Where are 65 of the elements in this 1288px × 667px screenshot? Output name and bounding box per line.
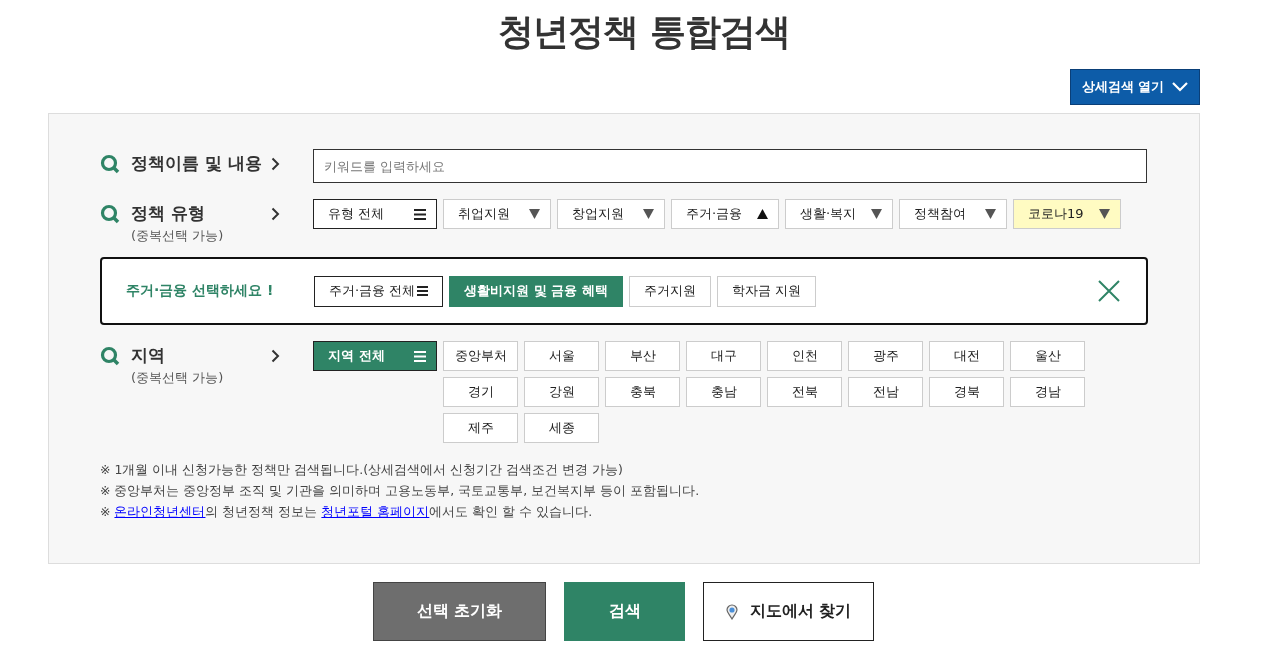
field-hint: (중복선택 가능)	[131, 227, 225, 245]
triangle-down-icon	[1099, 209, 1110, 219]
subcategory-option[interactable]: 학자금 지원	[716, 275, 816, 307]
chevron-icon	[1172, 82, 1189, 92]
menu-icon	[414, 208, 426, 220]
region-option[interactable]: 인천	[767, 341, 842, 371]
notice-text: ※ 온라인청년센터 의 청년정책 정보는 청년포털 홈페이지에서도 확인 할 수 있습니다.	[100, 503, 594, 521]
region-option[interactable]: 전북	[767, 377, 842, 407]
subcategory-prompt: 주거·금융 선택하세요 !	[126, 282, 275, 300]
search-icon	[100, 346, 120, 366]
menu-icon	[417, 286, 429, 296]
region-option[interactable]: 세종	[524, 413, 599, 443]
chevron-right-icon	[271, 349, 280, 363]
triangle-down-icon	[985, 209, 996, 219]
type-dropdown[interactable]: 정책참여	[899, 199, 1007, 229]
region-all-button[interactable]: 지역 전체	[313, 341, 437, 371]
region-option[interactable]: 대전	[929, 341, 1004, 371]
page-title: 청년정책 통합검색	[497, 10, 791, 54]
notice-link[interactable]: 청년포털 홈페이지	[321, 504, 430, 519]
region-option[interactable]: 강원	[524, 377, 599, 407]
field-label: 정책 유형	[131, 202, 206, 225]
type-dropdown[interactable]: 유형 전체	[313, 199, 437, 229]
chevron-right-icon	[271, 157, 280, 171]
triangle-down-icon	[529, 209, 540, 219]
subcategory-option[interactable]: 주거·금융 전체	[314, 275, 444, 307]
region-option[interactable]: 전남	[848, 377, 923, 407]
type-dropdown[interactable]: 창업지원	[557, 199, 665, 229]
region-option[interactable]: 울산	[1010, 341, 1085, 371]
region-option[interactable]: 충남	[686, 377, 761, 407]
region-option[interactable]: 경기	[443, 377, 518, 407]
region-option[interactable]: 경남	[1010, 377, 1085, 407]
close-icon[interactable]	[1098, 280, 1120, 302]
field-label: 지역	[131, 344, 166, 367]
field-label: 정책이름 및 내용	[131, 152, 263, 175]
type-dropdown[interactable]: 코로나19	[1013, 199, 1121, 229]
notice-text: ※ 1개월 이내 신청가능한 정책만 검색됩니다.(상세검색에서 신청기간 검색조건 변경 가능)	[100, 461, 624, 479]
menu-icon	[414, 350, 426, 362]
field-hint: (중복선택 가능)	[131, 369, 225, 387]
detail-search-button[interactable]: 상세검색 열기	[1070, 69, 1200, 105]
region-option[interactable]: 서울	[524, 341, 599, 371]
triangle-down-icon	[871, 209, 882, 219]
chevron-right-icon	[271, 207, 280, 221]
map-pin-icon	[725, 603, 738, 620]
map-search-button[interactable]: 지도에서 찾기	[703, 582, 874, 641]
region-option[interactable]: 제주	[443, 413, 518, 443]
notice-text: ※ 중앙부처는 중앙정부 조직 및 기관을 의미하며 고용노동부, 국토교통부, 보건복지부 등이 포함됩니다.	[100, 482, 701, 500]
type-dropdown[interactable]: 취업지원	[443, 199, 551, 229]
region-option[interactable]: 부산	[605, 341, 680, 371]
region-option[interactable]: 대구	[686, 341, 761, 371]
reset-button[interactable]: 선택 초기화	[373, 582, 546, 641]
search-icon	[100, 204, 120, 224]
search-icon	[100, 154, 120, 174]
region-option[interactable]: 중앙부처	[443, 341, 518, 371]
region-option[interactable]: 경북	[929, 377, 1004, 407]
subcategory-option[interactable]: 주거지원	[628, 275, 711, 307]
type-dropdown[interactable]: 생활·복지	[785, 199, 893, 229]
type-dropdown[interactable]: 주거·금융	[671, 199, 779, 229]
region-option[interactable]: 광주	[848, 341, 923, 371]
triangle-down-icon	[643, 209, 654, 219]
region-option[interactable]: 충북	[605, 377, 680, 407]
keyword-input[interactable]: 키워드를 입력하세요	[313, 149, 1147, 183]
triangle-up-icon	[757, 209, 768, 219]
notice-link[interactable]: 온라인청년센터	[114, 504, 206, 519]
search-button[interactable]: 검색	[564, 582, 685, 641]
subcategory-option[interactable]: 생활비지원 및 금융 혜택	[449, 275, 623, 307]
